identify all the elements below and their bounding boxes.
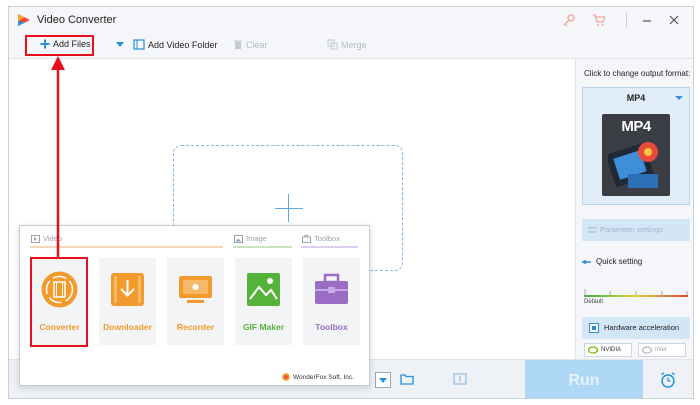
annotation-arrow: [51, 56, 65, 258]
merge-icon: [327, 39, 338, 50]
output-folder-dropdown[interactable]: [375, 372, 391, 388]
image-gif-icon: [247, 273, 280, 306]
window-title: Video Converter: [37, 14, 117, 26]
run-button[interactable]: Run: [525, 360, 643, 398]
sliders-icon: [588, 227, 597, 233]
chevron-down-icon: [379, 378, 387, 383]
toolbar: Add Files Add Video Folder Clear Merge: [9, 33, 693, 59]
film-reel-icon: [608, 142, 658, 188]
merge-button[interactable]: Merge: [327, 39, 367, 50]
minimize-icon[interactable]: [640, 13, 654, 27]
toolbox-label: Toolbox: [315, 322, 348, 332]
output-folder-icon[interactable]: [453, 373, 467, 385]
key-icon[interactable]: [562, 13, 576, 27]
recorder-label: Recorder: [176, 322, 215, 332]
merge-label: Merge: [341, 39, 367, 50]
chevron-down-icon: [675, 96, 683, 100]
mp4-tile-text: MP4: [621, 118, 651, 135]
format-name: MP4: [626, 93, 646, 103]
parameter-settings-button[interactable]: Parameter settings: [582, 219, 690, 241]
parameter-settings-label: Parameter settings: [600, 225, 663, 234]
category-toolbox: Toolbox: [302, 234, 340, 243]
hardware-acceleration-checkbox[interactable]: [589, 323, 599, 333]
output-panel: Click to change output format: MP4 MP4 P…: [575, 59, 693, 359]
intel-logo-icon: [642, 346, 652, 354]
hardware-acceleration-label: Hardware acceleration: [604, 323, 680, 332]
downloader-label: Downloader: [103, 322, 152, 332]
folder-video-icon: [133, 39, 145, 50]
quality-slider[interactable]: [584, 295, 688, 297]
wonderfox-logo-icon: [282, 373, 290, 381]
category-image: Image: [234, 234, 267, 243]
output-format-selector[interactable]: MP4 MP4: [582, 87, 690, 205]
nvidia-chip[interactable]: NVIDIA: [584, 343, 632, 357]
recorder-tile[interactable]: Recorder: [167, 258, 224, 345]
toolbox-category-icon: [302, 234, 311, 243]
slider-default-label: Default: [584, 299, 604, 305]
add-video-folder-label: Add Video Folder: [148, 39, 218, 50]
clear-label: Clear: [246, 39, 268, 50]
app-logo-icon: [18, 14, 30, 26]
screen-recorder-icon: [179, 276, 212, 303]
copyright: WonderFox Soft, Inc.: [282, 373, 354, 381]
downloader-tile[interactable]: Downloader: [99, 258, 156, 345]
cart-icon[interactable]: [592, 13, 606, 27]
open-folder-icon[interactable]: [400, 373, 414, 385]
intel-chip[interactable]: Intel: [638, 343, 686, 357]
clear-button[interactable]: Clear: [233, 39, 268, 50]
output-format-label: Click to change output format:: [584, 69, 691, 78]
alarm-clock-icon[interactable]: [659, 371, 677, 389]
mp4-format-icon: MP4: [602, 114, 670, 196]
annotation-box-add-files: [25, 35, 94, 56]
hardware-acceleration-toggle[interactable]: Hardware acceleration: [582, 317, 690, 339]
title-bar: Video Converter: [9, 7, 693, 33]
arrow-right-icon: [582, 259, 591, 264]
nvidia-logo-icon: [588, 346, 598, 354]
close-icon[interactable]: [667, 13, 681, 27]
image-category-icon: [234, 234, 243, 243]
gif-maker-tile[interactable]: GIF Maker: [235, 258, 292, 345]
video-category-icon: [31, 234, 40, 243]
dropdown-arrow-icon[interactable]: [116, 41, 124, 48]
add-video-folder-button[interactable]: Add Video Folder: [116, 39, 217, 50]
trash-icon: [234, 40, 242, 49]
toolbox-tile[interactable]: Toolbox: [303, 258, 360, 345]
gif-maker-label: GIF Maker: [242, 322, 285, 332]
title-divider: [626, 13, 627, 27]
toolbox-icon: [315, 273, 348, 304]
annotation-box-converter: [30, 257, 88, 347]
quick-setting-label: Quick setting: [582, 257, 642, 266]
download-icon: [111, 273, 144, 306]
